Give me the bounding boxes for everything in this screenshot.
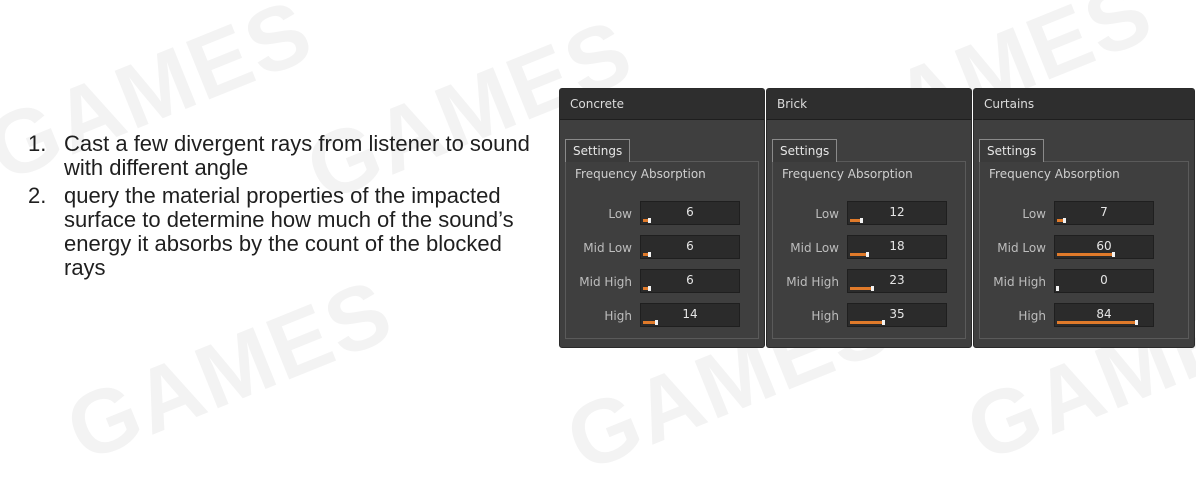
slider-fill: [850, 321, 883, 324]
absorption-value: 14: [682, 307, 698, 321]
absorption-slider-field[interactable]: 0: [1054, 269, 1154, 293]
material-panel-brick: Brick Settings Frequency Absorption Low 1…: [766, 88, 972, 348]
absorption-value: 35: [889, 307, 905, 321]
absorption-slider-field[interactable]: 18: [847, 235, 947, 259]
tab-settings[interactable]: Settings: [565, 139, 631, 162]
bullet-number: 2.: [28, 183, 47, 208]
material-panel-concrete: Concrete Settings Frequency Absorption L…: [559, 88, 765, 348]
slider-track: [643, 320, 737, 325]
slider-handle[interactable]: [1112, 252, 1116, 257]
absorption-value: 6: [686, 239, 694, 253]
slider-handle[interactable]: [865, 252, 869, 257]
absorption-value: 6: [686, 273, 694, 287]
slider-track: [643, 286, 737, 291]
panel-title: Curtains: [974, 89, 1194, 120]
absorption-value: 7: [1100, 205, 1108, 219]
bullet-text: query the material properties of the imp…: [64, 183, 514, 280]
absorption-slider-field[interactable]: 6: [640, 235, 740, 259]
slider-handle[interactable]: [647, 218, 651, 223]
absorption-value: 60: [1096, 239, 1112, 253]
absorption-slider-field[interactable]: 35: [847, 303, 947, 327]
bullet-item: 1. Cast a few divergent rays from listen…: [28, 132, 548, 180]
slider-handle[interactable]: [870, 286, 874, 291]
group-title: Frequency Absorption: [986, 167, 1123, 181]
bullet-list: 1. Cast a few divergent rays from listen…: [28, 132, 548, 284]
absorption-value: 23: [889, 273, 905, 287]
bullet-item: 2. query the material properties of the …: [28, 184, 548, 280]
absorption-value: 18: [889, 239, 905, 253]
absorption-slider-field[interactable]: 6: [640, 201, 740, 225]
slider-fill: [1057, 253, 1114, 256]
slider-track: [850, 218, 944, 223]
slider-fill: [850, 253, 867, 256]
absorption-slider-field[interactable]: 60: [1054, 235, 1154, 259]
absorption-label: Mid High: [786, 275, 839, 289]
slider-fill: [850, 287, 872, 290]
absorption-label: High: [1018, 309, 1046, 323]
slider-track: [850, 286, 944, 291]
slider-handle[interactable]: [647, 252, 651, 257]
absorption-value: 84: [1096, 307, 1112, 321]
slider-track: [1057, 252, 1151, 257]
material-panel-curtains: Curtains Settings Frequency Absorption L…: [973, 88, 1195, 348]
absorption-label: Mid Low: [997, 241, 1046, 255]
group-title: Frequency Absorption: [779, 167, 916, 181]
absorption-value: 6: [686, 205, 694, 219]
group-title: Frequency Absorption: [572, 167, 709, 181]
slider-track: [643, 252, 737, 257]
slider-handle[interactable]: [881, 320, 885, 325]
absorption-label: Low: [1022, 207, 1046, 221]
absorption-slider-field[interactable]: 6: [640, 269, 740, 293]
absorption-label: Mid Low: [583, 241, 632, 255]
absorption-label: Low: [815, 207, 839, 221]
absorption-slider-field[interactable]: 23: [847, 269, 947, 293]
bullet-text: Cast a few divergent rays from listener …: [64, 131, 530, 180]
absorption-label: Low: [608, 207, 632, 221]
absorption-value: 12: [889, 205, 905, 219]
slider-handle[interactable]: [1056, 286, 1059, 291]
slider-handle[interactable]: [860, 218, 864, 223]
absorption-slider-field[interactable]: 12: [847, 201, 947, 225]
panel-title: Concrete: [560, 89, 764, 120]
slider-handle[interactable]: [1062, 218, 1066, 223]
absorption-label: High: [811, 309, 839, 323]
tab-settings[interactable]: Settings: [979, 139, 1045, 162]
absorption-slider-field[interactable]: 84: [1054, 303, 1154, 327]
absorption-label: High: [604, 309, 632, 323]
slider-handle[interactable]: [655, 320, 659, 325]
slider-handle[interactable]: [1134, 320, 1138, 325]
slider-handle[interactable]: [647, 286, 651, 291]
absorption-value: 0: [1100, 273, 1108, 287]
slider-track: [1056, 286, 1151, 291]
bullet-number: 1.: [28, 131, 47, 156]
slider-track: [850, 320, 944, 325]
slider-fill: [1057, 321, 1136, 324]
tab-settings[interactable]: Settings: [772, 139, 838, 162]
absorption-slider-field[interactable]: 14: [640, 303, 740, 327]
slider-track: [1057, 320, 1151, 325]
slider-track: [643, 218, 737, 223]
slider-track: [850, 252, 944, 257]
absorption-label: Mid High: [993, 275, 1046, 289]
absorption-label: Mid Low: [790, 241, 839, 255]
panel-title: Brick: [767, 89, 971, 120]
slider-track: [1057, 218, 1151, 223]
absorption-label: Mid High: [579, 275, 632, 289]
absorption-slider-field[interactable]: 7: [1054, 201, 1154, 225]
